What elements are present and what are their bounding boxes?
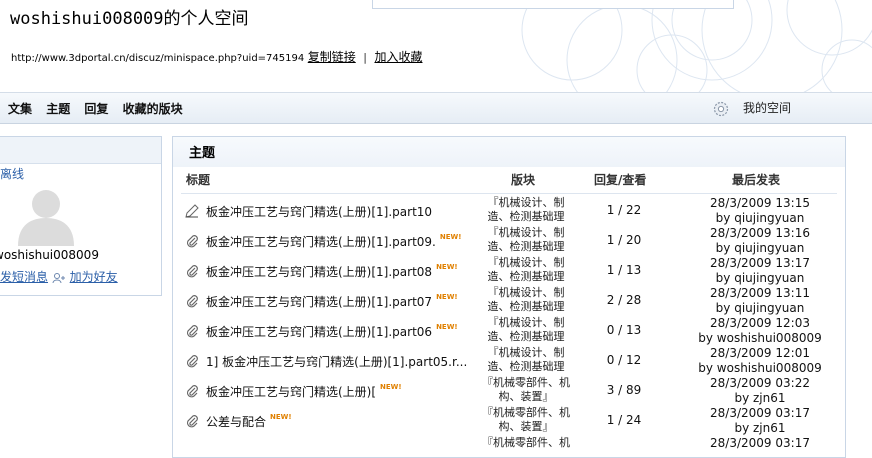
col-subject: 标题 [186,173,211,187]
topic-link[interactable]: 板金冲压工艺与窍门精选(上册)[1].part09. NEW! [206,233,461,250]
paperclip-icon [186,265,198,278]
forum-cell[interactable]: 『机械设计、制 造、检测基础理 [473,346,579,374]
add-friend-link[interactable]: 加为好友 [70,270,118,284]
my-space-link[interactable]: 我的空间 [713,99,791,117]
edit-icon [185,204,199,218]
table-row: 板金冲压工艺与窍门精选(上册)[1].part07 NEW! 『机械设计、制 造、检… [173,286,845,316]
reply-view-count: 1 / 22 [606,203,642,217]
topic-link[interactable]: 板金冲压工艺与窍门精选(上册)[NEW! [206,383,402,400]
topic-link[interactable]: 板金冲压工艺与窍门精选(上册)[1].part10 [206,203,432,220]
paperclip-icon [186,325,198,338]
forum-cell[interactable]: 『机械设计、制 造、检测基础理 [473,316,579,344]
col-forum: 版块 [511,173,536,187]
table-row: 『机械零部件、机 28/3/2009 03:17 [173,436,845,457]
table-row: 公差与配合 NEW! 『机械零部件、机 构、装置』 1 / 24 28/3/2009… [173,406,845,436]
new-badge: NEW! [270,413,292,421]
paperclip-icon [186,295,198,308]
last-post-cell: 28/3/2009 12:01 by woshishui008009 [698,346,822,375]
forum-cell[interactable]: 『机械零部件、机 构、装置』 [473,376,579,404]
forum-cell[interactable]: 『机械设计、制 造、检测基础理 [473,256,579,284]
nav-item-replies[interactable]: 回复 [84,102,108,116]
reply-view-count: 1 / 24 [606,413,642,427]
nav-item-topics[interactable]: 主题 [46,102,70,116]
page-header: woshishui008009的个人空间 http://www.3dportal… [0,0,872,92]
topic-link[interactable]: 公差与配合 NEW! [206,413,292,430]
profile-panel-header [0,137,161,164]
reply-view-count: 0 / 12 [606,353,642,367]
nav-bar: 文集 主题 回复 收藏的版块 我的空间 [0,92,872,124]
paperclip-icon [186,355,198,368]
gear-icon [713,101,729,116]
new-badge: NEW! [380,383,402,391]
col-stats: 回复/查看 [594,173,647,187]
header-divider [181,193,837,194]
paperclip-icon [186,415,198,428]
search-box-edge [372,0,734,9]
profile-actions: 发短消息 加为好友 [0,268,118,285]
online-status: 离线 [0,167,25,181]
table-row: 1] 板金冲压工艺与窍门精选(上册)[1].part05.r... 『机械设计、… [173,346,845,376]
table-row: 板金冲压工艺与窍门精选(上册)[NEW! 『机械零部件、机 构、装置』 3 / 8… [173,376,845,406]
table-row: 板金冲压工艺与窍门精选(上册)[1].part09. NEW! 『机械设计、制 造、… [173,226,845,256]
copy-link[interactable]: 复制链接 [308,50,356,64]
nav-item-favorite-forums[interactable]: 收藏的版块 [123,102,183,116]
last-post-cell: 28/3/2009 13:17 by qiujingyuan [710,256,810,285]
forum-cell[interactable]: 『机械零部件、机 [473,436,579,450]
table-row: 板金冲压工艺与窍门精选(上册)[1].part06 NEW! 『机械设计、制 造、检… [173,316,845,346]
topics-panel: 主题 标题 版块 回复/查看 最后发表 板金冲压工艺与窍门精选(上册)[1].p… [172,136,846,458]
topics-heading: 主题 [189,146,216,161]
url-line: http://www.3dportal.cn/discuz/minispace.… [11,48,422,65]
profile-username: woshishui008009 [0,248,99,262]
last-post-cell: 28/3/2009 03:17 [710,436,810,450]
forum-cell[interactable]: 『机械零部件、机 构、装置』 [473,406,579,434]
topic-link[interactable]: 1] 板金冲压工艺与窍门精选(上册)[1].part05.r... [206,353,467,370]
topic-link[interactable]: 板金冲压工艺与窍门精选(上册)[1].part06 NEW! [206,323,458,340]
forum-cell[interactable]: 『机械设计、制 造、检测基础理 [473,226,579,254]
new-badge: NEW! [439,233,462,241]
page-title: woshishui008009的个人空间 [10,9,249,29]
new-badge: NEW! [436,323,458,331]
table-row: 板金冲压工艺与窍门精选(上册)[1].part08 NEW! 『机械设计、制 造、检… [173,256,845,286]
last-post-cell: 28/3/2009 13:11 by qiujingyuan [710,286,810,315]
topics-panel-header: 主题 [173,137,845,167]
last-post-cell: 28/3/2009 13:16 by qiujingyuan [710,226,810,255]
last-post-cell: 28/3/2009 03:22 by zjn61 [710,376,810,405]
forum-cell[interactable]: 『机械设计、制 造、检测基础理 [473,196,579,224]
last-post-cell: 28/3/2009 13:15 by qiujingyuan [710,196,810,225]
separator: | [363,51,367,64]
col-last-post: 最后发表 [732,173,781,187]
new-badge: NEW! [436,293,458,301]
last-post-cell: 28/3/2009 12:03 by woshishui008009 [698,316,822,345]
header-decoration [521,0,872,92]
add-friend-icon [52,272,65,283]
reply-view-count: 2 / 28 [606,293,642,307]
reply-view-count: 3 / 89 [606,383,642,397]
last-post-cell: 28/3/2009 03:17 by zjn61 [710,406,810,435]
avatar-icon [18,190,74,246]
my-space-label: 我的空间 [743,101,792,115]
topic-link[interactable]: 板金冲压工艺与窍门精选(上册)[1].part07 NEW! [206,293,458,310]
space-url: http://www.3dportal.cn/discuz/minispace.… [11,53,305,64]
topic-link[interactable]: 板金冲压工艺与窍门精选(上册)[1].part08 NEW! [206,263,458,280]
reply-view-count: 1 / 13 [606,263,642,277]
send-message-link[interactable]: 发短消息 [0,270,48,284]
paperclip-icon [186,235,198,248]
reply-view-count: 0 / 13 [606,323,642,337]
nav-links: 文集 主题 回复 收藏的版块 [8,100,193,117]
table-row: 板金冲压工艺与窍门精选(上册)[1].part10 『机械设计、制 造、检测基础理… [173,196,845,226]
paperclip-icon [186,385,198,398]
new-badge: NEW! [436,263,458,271]
reply-view-count: 1 / 20 [606,233,642,247]
add-favorite-link[interactable]: 加入收藏 [374,50,422,64]
forum-cell[interactable]: 『机械设计、制 造、检测基础理 [473,286,579,314]
nav-item-articles[interactable]: 文集 [8,102,32,116]
